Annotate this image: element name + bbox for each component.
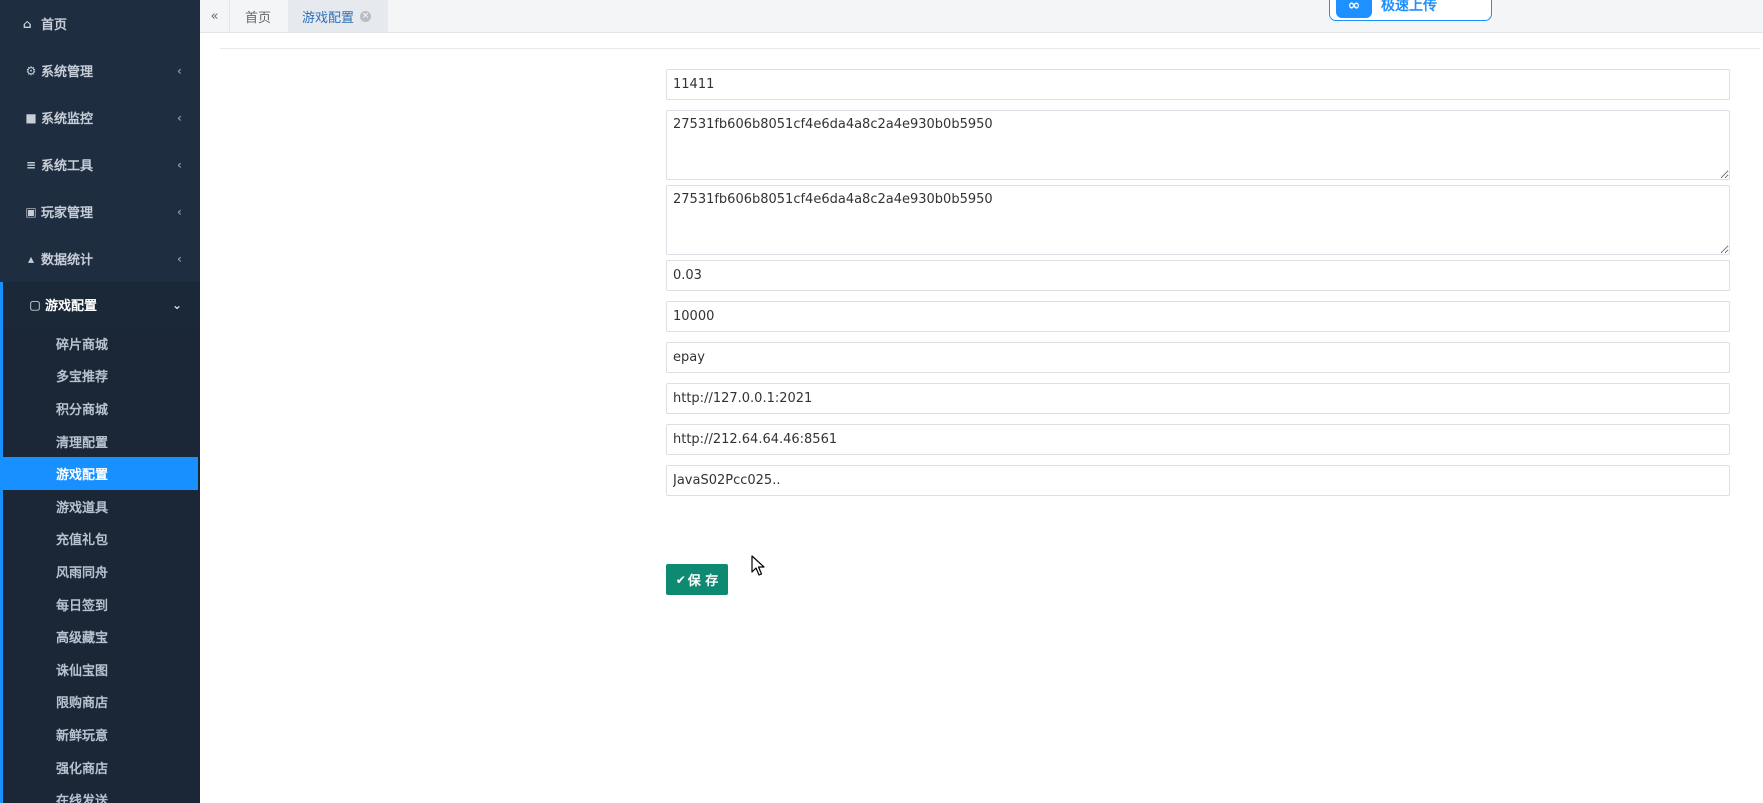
field-input[interactable]: [666, 69, 1730, 100]
field-textarea[interactable]: 27531fb606b8051cf4e6da4a8c2a4e930b0b5950: [666, 185, 1730, 255]
chevron-left-icon: ‹: [177, 110, 182, 125]
video-camera-icon: ■: [25, 110, 37, 125]
save-button[interactable]: ✔ 保 存: [666, 564, 728, 595]
sidebar-item-label: 首页: [41, 18, 68, 33]
field-input[interactable]: [666, 424, 1730, 455]
sidebar-subitem[interactable]: 多宝推荐: [3, 360, 200, 393]
sidebar-subitem[interactable]: 高级藏宝: [3, 620, 200, 653]
tab-label: 游戏配置: [302, 10, 355, 26]
desktop-icon: ▢: [29, 297, 41, 312]
tab-game-config[interactable]: 游戏配置 ×: [288, 0, 388, 32]
close-icon[interactable]: ×: [360, 10, 372, 22]
main-content: *商户编号:公钥:27531fb606b8051cf4e6da4a8c2a4e9…: [200, 33, 1763, 803]
divider: [220, 48, 1760, 49]
sidebar-group-game-config[interactable]: ▢ 游戏配置 ⌄: [0, 282, 200, 327]
field-textarea[interactable]: 27531fb606b8051cf4e6da4a8c2a4e930b0b5950: [666, 110, 1730, 180]
sidebar-submenu: 碎片商城 多宝推荐 积分商城 清理配置 游戏配置 游戏道具 充值礼包 风雨同舟 每日签到 高级藏宝…: [0, 327, 200, 803]
sidebar-group-label: 玩家管理: [41, 206, 94, 221]
sidebar-subitem[interactable]: 新鲜玩意: [3, 718, 200, 751]
field-input[interactable]: [666, 342, 1730, 373]
chevron-left-icon: ‹: [177, 157, 182, 172]
sidebar-subitem[interactable]: 风雨同舟: [3, 555, 200, 588]
tab-home[interactable]: 首页: [231, 0, 288, 32]
sidebar-group-player-management[interactable]: ▣ 玩家管理 ‹: [0, 188, 200, 235]
area-chart-icon: ▴: [27, 251, 35, 266]
sidebar-subitem[interactable]: 清理配置: [3, 425, 200, 458]
field-input[interactable]: [666, 260, 1730, 291]
tab-bar: « 首页 游戏配置 × ∞ 极速上传: [200, 0, 1763, 33]
field-input[interactable]: [666, 301, 1730, 332]
save-button-label: 保 存: [687, 574, 719, 589]
sidebar: ⌂ 首页 ⚙ 系统管理 ‹ ■ 系统监控 ‹ ≡ 系统工具 ‹ ▣ 玩家管理 ‹…: [0, 0, 200, 803]
sidebar-group-system-tools[interactable]: ≡ 系统工具 ‹: [0, 141, 200, 188]
sidebar-item-home[interactable]: ⌂ 首页: [0, 0, 200, 47]
sidebar-subitem[interactable]: 游戏配置: [3, 457, 198, 490]
sidebar-subitem[interactable]: 游戏道具: [3, 490, 200, 523]
sidebar-group-data-stats[interactable]: ▴ 数据统计 ‹: [0, 235, 200, 282]
sidebar-subitem[interactable]: 每日签到: [3, 588, 200, 621]
sidebar-group-system-monitor[interactable]: ■ 系统监控 ‹: [0, 94, 200, 141]
sidebar-subitem[interactable]: 限购商店: [3, 686, 200, 719]
sidebar-subitem[interactable]: 强化商店: [3, 751, 200, 784]
sidebar-group-label: 游戏配置: [45, 299, 98, 314]
chevron-left-icon: ‹: [177, 204, 182, 219]
field-input[interactable]: [666, 383, 1730, 414]
upload-badge[interactable]: ∞ 极速上传: [1329, 0, 1492, 21]
sidebar-subitem[interactable]: 碎片商城: [3, 327, 200, 360]
upload-logo-icon: ∞: [1336, 0, 1372, 18]
sidebar-group-label: 系统工具: [41, 159, 94, 174]
double-left-arrow-icon[interactable]: «: [200, 0, 230, 32]
sidebar-subitem[interactable]: 充值礼包: [3, 523, 200, 556]
field-input[interactable]: [666, 465, 1730, 496]
tab-label: 首页: [245, 10, 272, 26]
bars-icon: ≡: [25, 157, 37, 172]
sidebar-group-label: 系统监控: [41, 112, 94, 127]
upload-badge-label: 极速上传: [1381, 0, 1437, 14]
gear-icon: ⚙: [25, 63, 37, 78]
sidebar-subitem[interactable]: 诛仙宝图: [3, 653, 200, 686]
sidebar-subitem[interactable]: 在线发送: [3, 783, 200, 803]
sidebar-group-label: 系统管理: [41, 65, 94, 80]
sidebar-subitem[interactable]: 积分商城: [3, 392, 200, 425]
chevron-left-icon: ‹: [177, 63, 182, 78]
user-card-icon: ▣: [25, 204, 37, 219]
chevron-left-icon: ‹: [177, 251, 182, 266]
home-icon: ⌂: [23, 16, 32, 31]
chevron-down-icon: ⌄: [171, 297, 182, 312]
mouse-cursor-icon: [751, 555, 765, 576]
check-icon: ✔: [675, 572, 686, 587]
sidebar-group-label: 数据统计: [41, 253, 94, 268]
sidebar-group-system-management[interactable]: ⚙ 系统管理 ‹: [0, 47, 200, 94]
